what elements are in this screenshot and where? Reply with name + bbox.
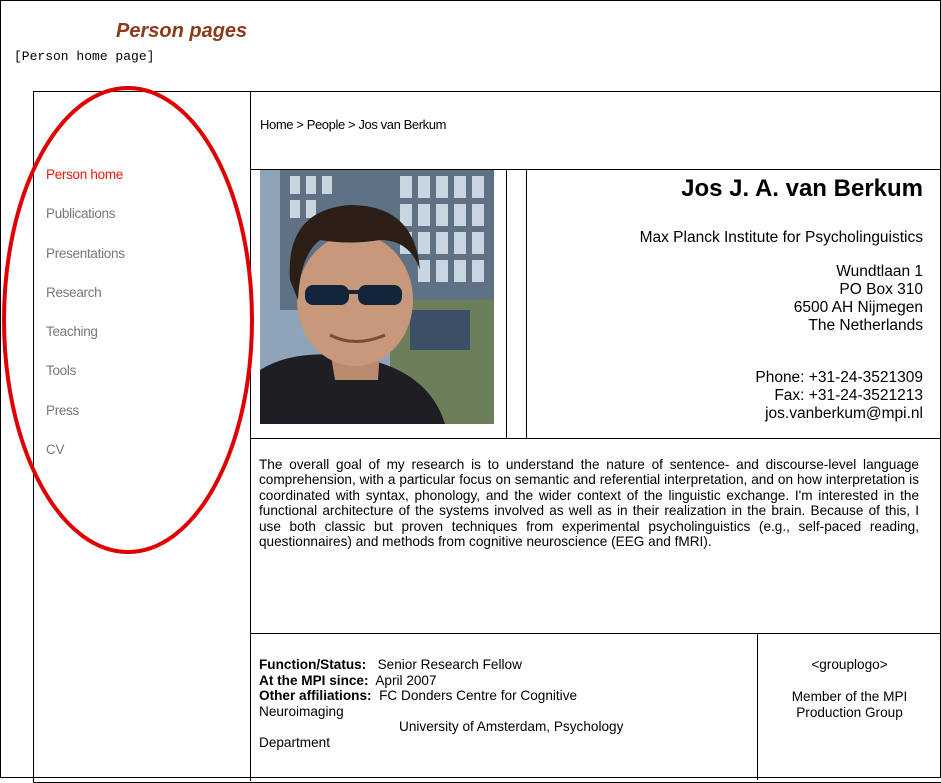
person-info: Function/Status: Senior Research Fellow …: [259, 657, 754, 750]
function-label: Function/Status:: [259, 657, 367, 672]
nav-item-press[interactable]: Press: [46, 403, 79, 418]
nav-item-cv[interactable]: CV: [46, 442, 64, 457]
column-divider: [526, 170, 527, 438]
nav-item-research[interactable]: Research: [46, 285, 102, 300]
group-member-line: Member of the MPI: [791, 689, 908, 704]
breadcrumb-separator: >: [344, 117, 359, 132]
affiliation-value: Department: [259, 734, 331, 750]
sidebar: [33, 91, 251, 781]
nav-item-tools[interactable]: Tools: [46, 363, 76, 378]
breadcrumb: Home > People > Jos van Berkum: [260, 117, 446, 132]
institute-name: Max Planck Institute for Psycholinguisti…: [639, 229, 923, 246]
group-logo-placeholder: <grouplogo>: [811, 657, 888, 672]
breadcrumb-home-link[interactable]: Home: [260, 117, 293, 132]
email-link[interactable]: jos.vanberkum@mpi.nl: [755, 405, 923, 423]
nav-item-person-home[interactable]: Person home: [46, 167, 123, 182]
group-membership: Member of the MPI Production Group: [758, 689, 941, 720]
address-line: PO Box 310: [839, 281, 923, 298]
affiliation-value: University of Amsterdam, Psychology: [399, 719, 624, 734]
affiliation-value: FC Donders Centre for Cognitive: [379, 688, 578, 703]
page-subtitle: [Person home page]: [14, 49, 155, 64]
breadcrumb-separator: >: [293, 117, 307, 132]
group-member-line: Production Group: [796, 704, 903, 720]
contact-details: Phone: +31-24-3521309 Fax: +31-24-352121…: [755, 369, 923, 423]
affiliations-label: Other affiliations:: [259, 688, 372, 703]
person-name: Jos J. A. van Berkum: [681, 175, 923, 202]
breadcrumb-people-link[interactable]: People: [307, 117, 345, 132]
research-bio: The overall goal of my research is to un…: [259, 457, 919, 550]
nav-item-presentations[interactable]: Presentations: [46, 246, 125, 261]
breadcrumb-current: Jos van Berkum: [358, 117, 447, 132]
postal-address: Wundtlaan 1 PO Box 310 6500 AH Nijmegen …: [794, 263, 923, 335]
since-value: April 2007: [375, 672, 437, 688]
address-line: The Netherlands: [808, 317, 923, 334]
since-label: At the MPI since:: [259, 672, 369, 688]
nav-item-publications[interactable]: Publications: [46, 206, 116, 221]
nav-item-teaching[interactable]: Teaching: [46, 324, 98, 339]
function-value: Senior Research Fellow: [377, 657, 522, 672]
address-line: Wundtlaan 1: [836, 263, 923, 280]
page-title: Person pages: [116, 20, 248, 42]
column-divider: [506, 170, 507, 438]
affiliation-value: Neuroimaging: [259, 703, 344, 719]
address-line: 6500 AH Nijmegen: [793, 299, 923, 316]
profile-photo: [260, 170, 494, 424]
fax-number: Fax: +31-24-3521213: [774, 387, 923, 404]
phone-number: Phone: +31-24-3521309: [755, 369, 923, 386]
